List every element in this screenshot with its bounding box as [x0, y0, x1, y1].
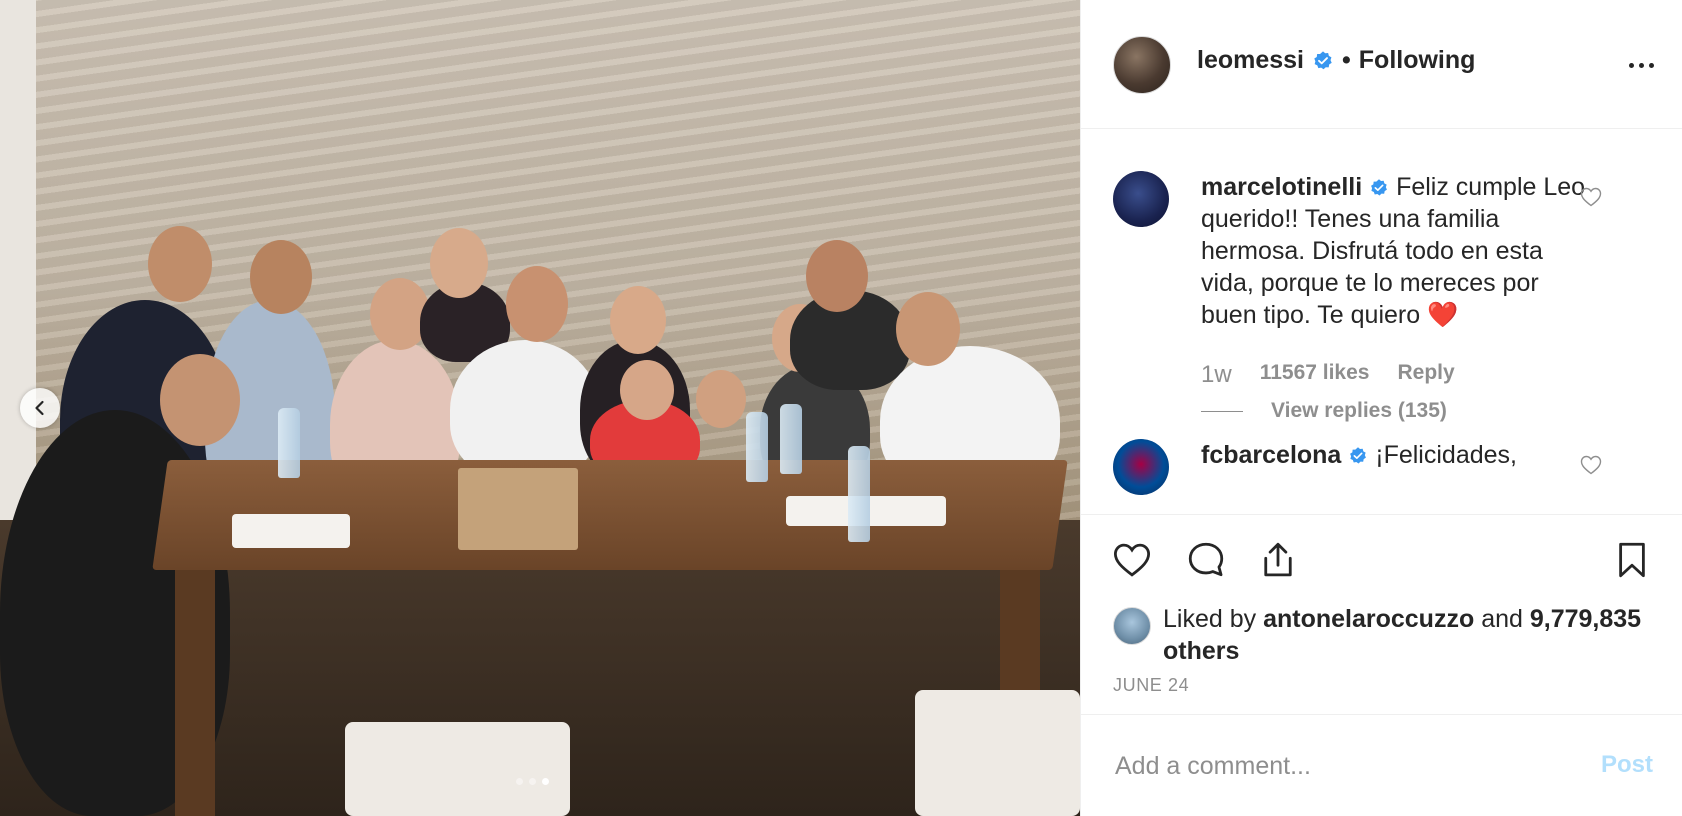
post-side-panel: leomessi • Following marcelotinelli Feli…: [1080, 0, 1682, 816]
photo-bottle: [278, 408, 300, 478]
instagram-post-modal: leomessi • Following marcelotinelli Feli…: [0, 0, 1682, 816]
photo-bottle: [848, 446, 870, 542]
follow-status-button[interactable]: Following: [1359, 46, 1476, 75]
view-replies-button[interactable]: View replies (135): [1201, 399, 1447, 423]
comment-item: fcbarcelona ¡Felicidades,: [1113, 439, 1673, 514]
heart-outline-icon[interactable]: [1579, 185, 1603, 209]
comment-input[interactable]: [1113, 745, 1577, 787]
comment-item: marcelotinelli Feliz cumple Leo querido!…: [1113, 171, 1673, 441]
photo-person-head: [430, 228, 488, 298]
liker-avatar[interactable]: [1113, 607, 1151, 645]
comment-username[interactable]: fcbarcelona: [1201, 441, 1341, 469]
photo-person-head: [896, 292, 960, 366]
post-actions: Liked by antonelaroccuzzo and 9,779,835 …: [1081, 514, 1682, 720]
more-dot: [1628, 62, 1634, 68]
photo-person-head: [620, 360, 674, 420]
view-replies-line: [1201, 410, 1243, 412]
photo-bottle: [746, 412, 768, 482]
photo-person-head: [806, 240, 868, 312]
post-comment-button[interactable]: Post: [1601, 751, 1653, 779]
comment-avatar[interactable]: [1113, 171, 1169, 227]
comment-text-block: marcelotinelli Feliz cumple Leo querido!…: [1201, 171, 1601, 331]
comments-list[interactable]: marcelotinelli Feliz cumple Leo querido!…: [1081, 129, 1682, 514]
carousel-dot[interactable]: [529, 778, 536, 785]
more-dot: [1648, 62, 1654, 68]
carousel-previous-button[interactable]: [20, 388, 60, 428]
verified-badge-icon: [1371, 179, 1388, 196]
comment-avatar[interactable]: [1113, 439, 1169, 495]
more-options-icon[interactable]: [1621, 52, 1661, 78]
liked-by-joiner: and: [1481, 605, 1523, 633]
photo-person-head: [160, 354, 240, 446]
chevron-left-icon: [35, 400, 44, 416]
bookmark-icon[interactable]: [1611, 539, 1653, 581]
post-photo[interactable]: [0, 0, 1080, 816]
photo-paper-bag: [458, 468, 578, 550]
add-comment-bar: Post: [1081, 714, 1682, 816]
owner-avatar[interactable]: [1113, 36, 1171, 94]
owner-info: leomessi • Following: [1197, 46, 1475, 75]
photo-table-leg: [175, 570, 215, 816]
heart-outline-icon[interactable]: [1111, 539, 1153, 581]
view-replies-label: View replies (135): [1271, 399, 1447, 422]
liked-by-prefix: Liked by: [1163, 605, 1257, 633]
photo-napkin: [232, 514, 350, 548]
liked-by-text: Liked by antonelaroccuzzo and 9,779,835 …: [1163, 603, 1643, 667]
carousel-dot-active[interactable]: [542, 778, 549, 785]
verified-badge-icon: [1350, 447, 1367, 464]
photo-person: [450, 340, 600, 480]
owner-username[interactable]: leomessi: [1197, 46, 1304, 75]
photo-person-head: [250, 240, 312, 314]
share-icon[interactable]: [1257, 539, 1299, 581]
comment-time[interactable]: 1w: [1201, 361, 1232, 389]
post-header: leomessi • Following: [1081, 0, 1682, 129]
comment-icon[interactable]: [1185, 539, 1227, 581]
more-dot: [1638, 62, 1644, 68]
photo-person-head: [610, 286, 666, 354]
verified-badge-icon: [1314, 50, 1332, 69]
carousel-dots: [516, 778, 549, 785]
photo-person-head: [148, 226, 212, 302]
photo-bottle: [780, 404, 802, 474]
heart-outline-icon[interactable]: [1579, 453, 1603, 477]
comment-username[interactable]: marcelotinelli: [1201, 173, 1362, 201]
photo-person-head: [506, 266, 568, 342]
photo-chair: [345, 722, 570, 816]
photo-left-wall: [0, 0, 36, 520]
carousel-dot[interactable]: [516, 778, 523, 785]
photo-person-head: [696, 370, 746, 428]
comment-body: ¡Felicidades,: [1375, 441, 1517, 469]
comment-likes[interactable]: 11567 likes: [1260, 361, 1370, 389]
post-date[interactable]: JUNE 24: [1113, 675, 1189, 696]
liker-username[interactable]: antonelaroccuzzo: [1263, 605, 1474, 633]
photo-chair: [915, 690, 1080, 816]
separator-dot: •: [1342, 46, 1351, 74]
comment-reply-button[interactable]: Reply: [1397, 361, 1454, 389]
comment-meta: 1w 11567 likes Reply: [1201, 361, 1455, 389]
comment-text-block: fcbarcelona ¡Felicidades,: [1201, 439, 1601, 471]
